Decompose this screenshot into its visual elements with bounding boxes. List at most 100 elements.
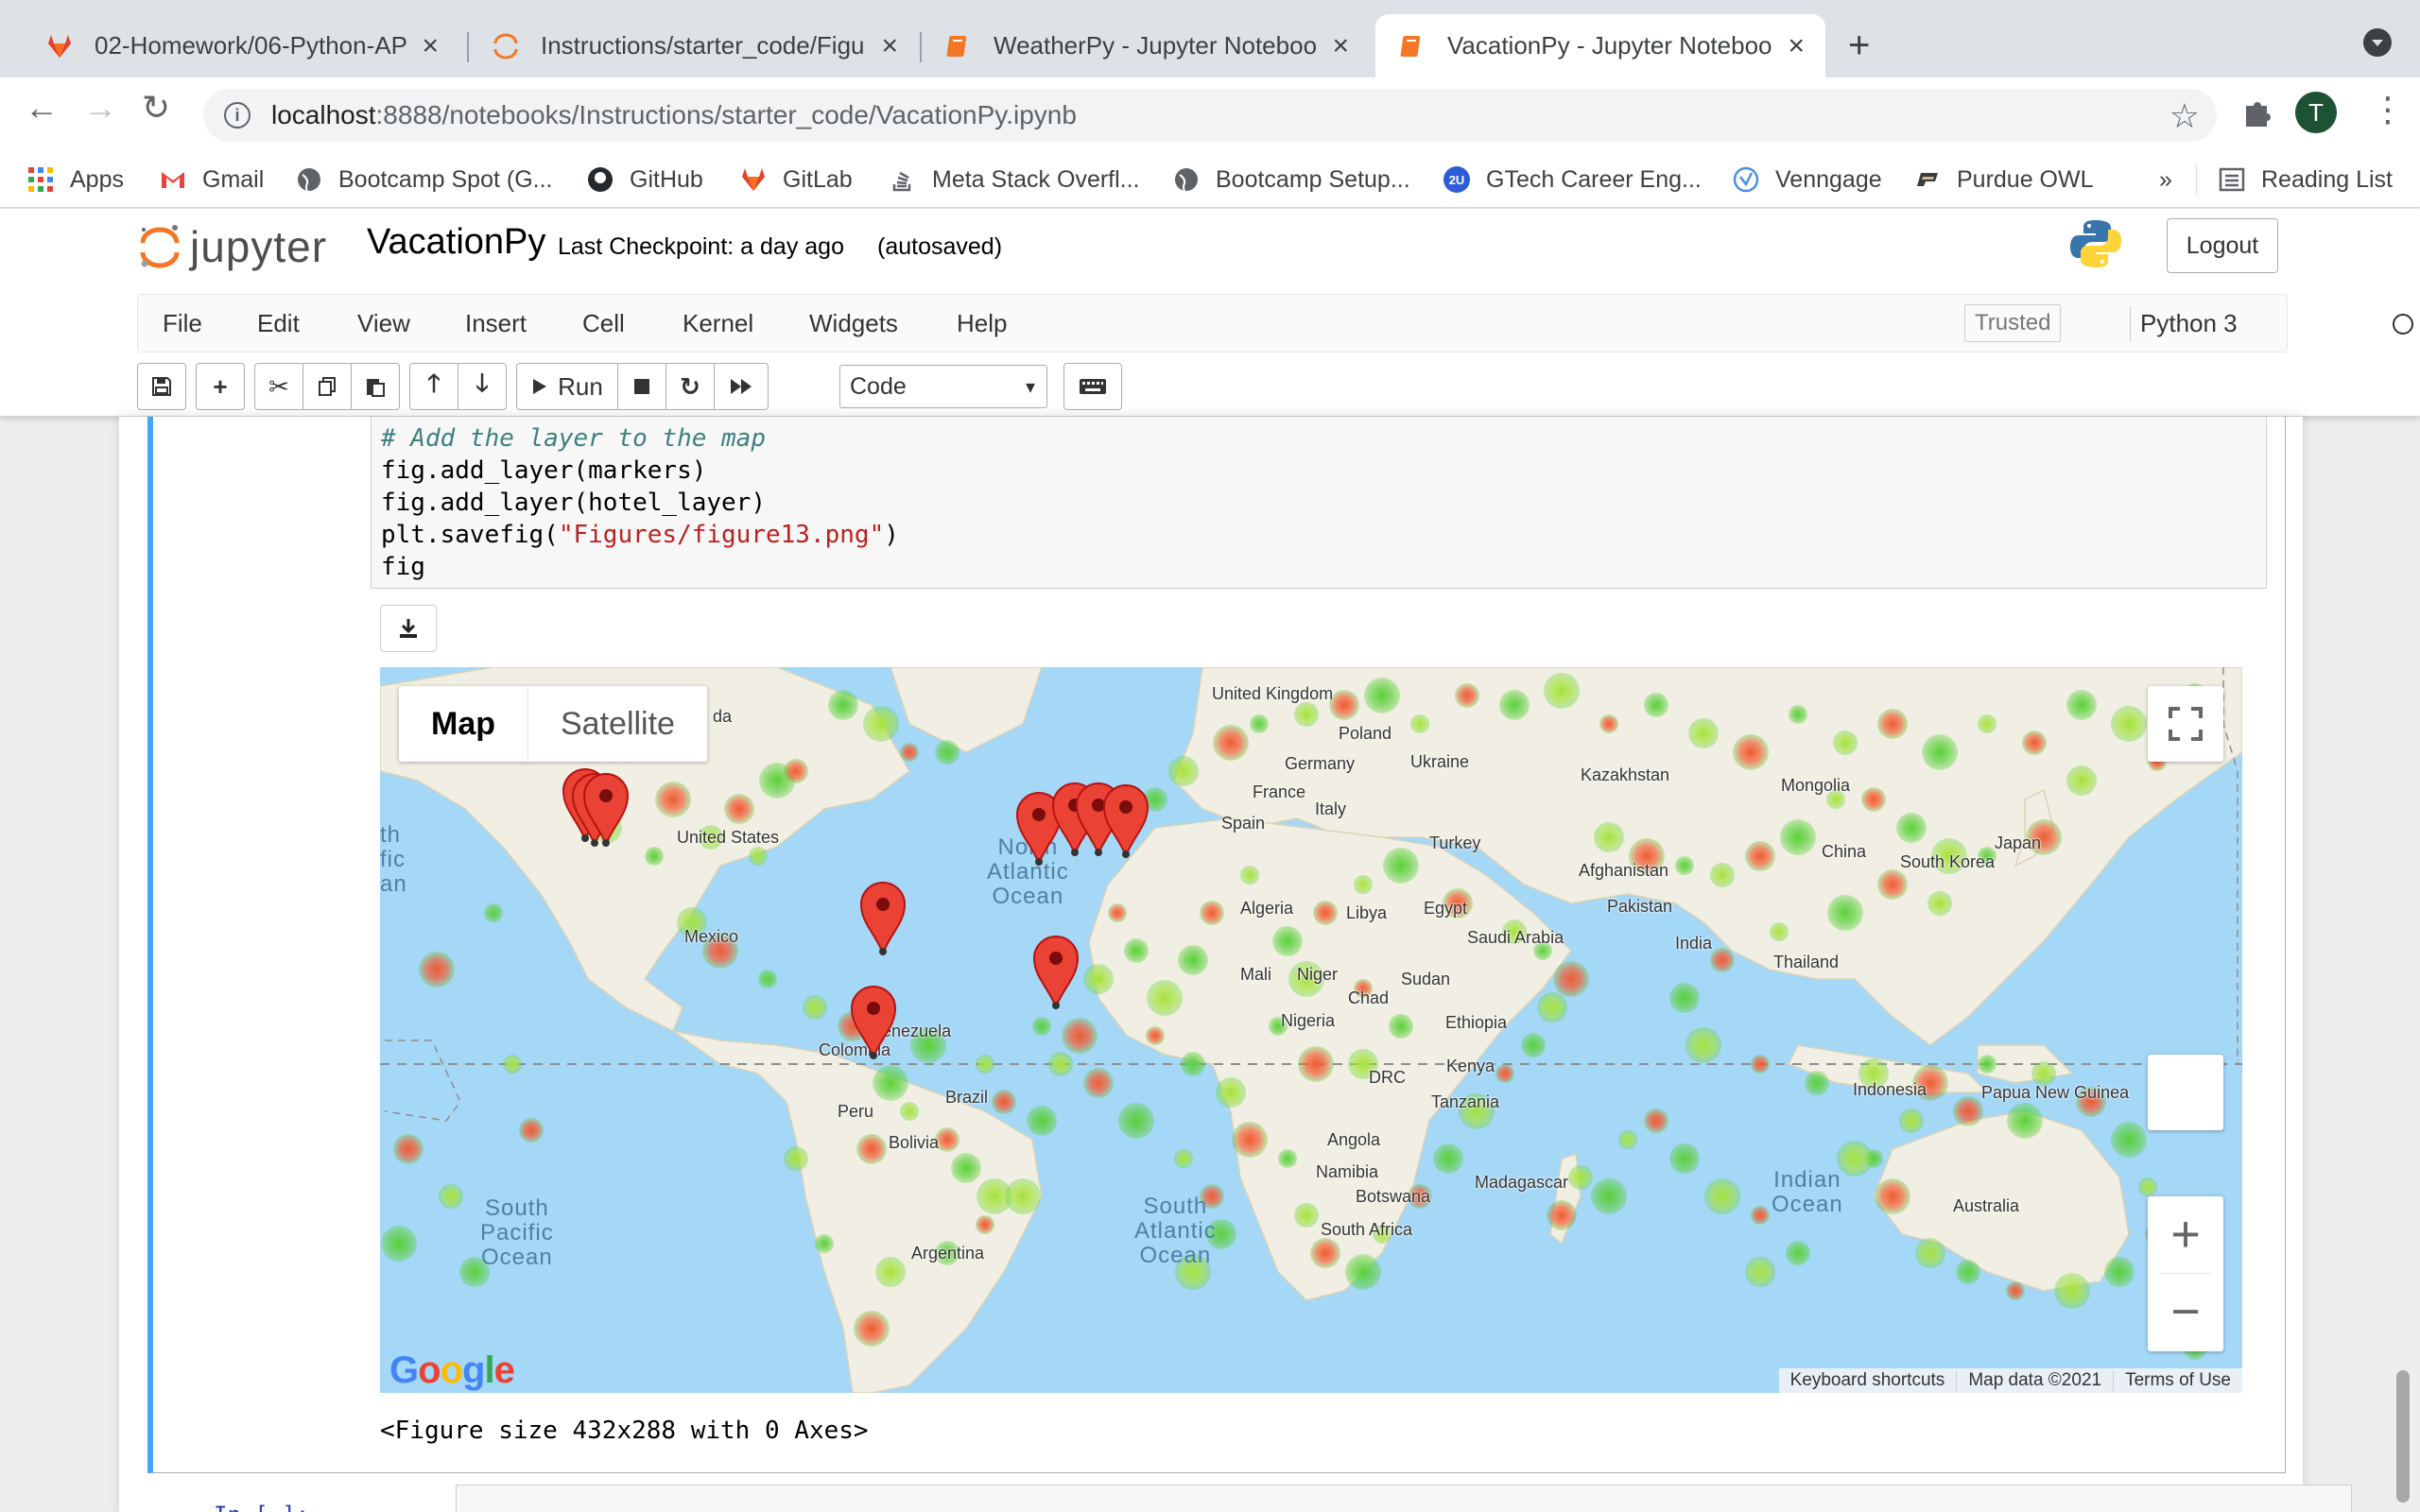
bookmark-gitlab[interactable]: GitLab (739, 163, 853, 197)
google-logo[interactable]: Google (389, 1349, 515, 1392)
address-bar[interactable]: i localhost:8888/notebooks/Instructions/… (203, 89, 2217, 142)
kernel-divider (2130, 306, 2131, 342)
menu-kernel[interactable]: Kernel (683, 309, 753, 338)
close-tab-icon[interactable]: × (881, 31, 898, 60)
tab-search-icon[interactable] (2363, 28, 2392, 57)
save-button[interactable] (137, 363, 186, 410)
jupyter-logo[interactable]: jupyter (137, 220, 327, 273)
heatmap-spot (1568, 1165, 1593, 1190)
logout-button[interactable]: Logout (2167, 218, 2278, 273)
heatmap-spot (655, 782, 691, 817)
profile-avatar[interactable]: T (2295, 92, 2337, 133)
restart-run-all-button[interactable] (714, 363, 769, 410)
page-scrollbar[interactable] (2396, 1370, 2410, 1503)
map-type-satellite-button[interactable]: Satellite (528, 686, 707, 762)
place-label: Botswana (1356, 1187, 1431, 1206)
menu-cell[interactable]: Cell (582, 309, 625, 338)
interrupt-kernel-button[interactable] (617, 363, 666, 410)
bookmark-bootcamp-setup[interactable]: Bootcamp Setup... (1172, 163, 1410, 197)
restart-kernel-button[interactable]: ↻ (666, 363, 715, 410)
google-map[interactable]: United Kingdom Poland Ukraine Germany Fr… (380, 667, 2242, 1393)
kernel-name[interactable]: Python 3 (2140, 309, 2238, 338)
hotel-marker-pin-icon[interactable] (1030, 934, 1081, 1011)
insert-cell-button[interactable]: + (196, 363, 245, 410)
browser-tab[interactable]: 02-Homework/06-Python-APIs × (23, 14, 459, 77)
terms-of-use-link[interactable]: Terms of Use (2113, 1370, 2242, 1391)
close-tab-icon[interactable]: × (1788, 31, 1805, 60)
browser-tab[interactable]: Instructions/starter_code/Figur × (469, 14, 919, 77)
close-tab-icon[interactable]: × (422, 31, 439, 60)
bookmark-star-icon[interactable]: ☆ (2169, 96, 2200, 136)
bookmarks-overflow-chevron-icon[interactable]: » (2159, 163, 2172, 197)
bookmark-bootcamp-spot[interactable]: Bootcamp Spot (G... (295, 163, 553, 197)
new-tab-icon[interactable]: + (1848, 26, 1870, 64)
floppy-disk-icon (152, 377, 171, 396)
kernel-idle-icon (2393, 314, 2413, 335)
place-label: France (1253, 782, 1306, 801)
cell-type-select[interactable]: Code ▾ (839, 365, 1047, 408)
heatmap-spot (1294, 702, 1319, 727)
heatmap-spot (1751, 1055, 1770, 1074)
heatmap-spot (1875, 1178, 1910, 1214)
jupyter-icon (493, 33, 518, 59)
cut-cell-button[interactable]: ✂ (254, 363, 303, 410)
menu-insert[interactable]: Insert (465, 309, 527, 338)
forward-arrow-icon[interactable]: → (83, 91, 117, 125)
bookmark-venngage[interactable]: Venngage (1732, 163, 1882, 197)
move-cell-up-button[interactable]: 🡑 (409, 363, 458, 410)
run-cell-button[interactable]: Run (516, 363, 618, 410)
site-info-icon[interactable]: i (224, 102, 251, 129)
browser-menu-icon[interactable]: ⋮ (2371, 93, 2405, 127)
heatmap-spot (2104, 1257, 2135, 1287)
reload-icon[interactable]: ↻ (142, 91, 170, 125)
map-type-map-button[interactable]: Map (399, 686, 528, 762)
browser-tab-active[interactable]: VacationPy - Jupyter Notebook × (1375, 14, 1825, 77)
url-text[interactable]: localhost:8888/notebooks/Instructions/st… (271, 100, 1077, 130)
download-map-button[interactable] (380, 605, 437, 652)
code-token: plt.savefig( (381, 521, 559, 549)
notebook-name[interactable]: VacationPy (367, 222, 545, 263)
zoom-out-button[interactable]: − (2148, 1274, 2223, 1349)
browser-tab[interactable]: WeatherPy - Jupyter Notebook × (922, 14, 1370, 77)
heatmap-spot (1861, 787, 1886, 812)
reading-list[interactable]: Reading List (2218, 163, 2393, 197)
heatmap-spot (1168, 756, 1199, 786)
close-tab-icon[interactable]: × (1332, 31, 1349, 60)
heatmap-spot (2022, 730, 2047, 755)
heatmap-spot (749, 847, 768, 866)
paste-cell-button[interactable] (351, 363, 400, 410)
bookmark-purdue-owl[interactable]: Purdue OWL (1913, 163, 2094, 197)
copy-cell-button[interactable] (302, 363, 352, 410)
heatmap-spot (1704, 1178, 1740, 1214)
menu-help[interactable]: Help (957, 309, 1007, 338)
extensions-puzzle-icon[interactable] (2240, 96, 2273, 129)
keyboard-shortcuts-link[interactable]: Keyboard shortcuts (1779, 1370, 1957, 1391)
menu-edit[interactable]: Edit (257, 309, 300, 338)
move-cell-down-button[interactable]: 🡓 (458, 363, 507, 410)
command-palette-button[interactable] (1063, 363, 1122, 410)
zoom-in-button[interactable]: + (2148, 1196, 2223, 1272)
hotel-marker-pin-icon[interactable] (1100, 782, 1151, 860)
code-line: fig.add_layer(markers) (381, 456, 707, 485)
run-label: Run (558, 371, 603, 401)
empty-code-cell[interactable] (456, 1485, 2352, 1512)
code-cell-selected[interactable]: # Add the layer to the map fig.add_layer… (147, 417, 2286, 1473)
menu-file[interactable]: File (163, 309, 202, 338)
hotel-marker-pin-icon[interactable] (580, 771, 631, 849)
street-view-pegman-button[interactable] (2148, 1055, 2223, 1130)
hotel-marker-pin-icon[interactable] (848, 984, 899, 1061)
bookmark-gtech-career[interactable]: 2U GTech Career Eng... (1443, 163, 1702, 197)
hotel-marker-pin-icon[interactable] (857, 880, 908, 957)
menu-view[interactable]: View (357, 309, 410, 338)
back-arrow-icon[interactable]: ← (25, 91, 59, 125)
trusted-indicator[interactable]: Trusted (1964, 304, 2062, 342)
code-editor[interactable]: # Add the layer to the map fig.add_layer… (371, 417, 2267, 589)
bookmark-github[interactable]: GitHub (586, 163, 703, 197)
menu-widgets[interactable]: Widgets (809, 309, 898, 338)
fullscreen-button[interactable] (2148, 686, 2223, 762)
bookmark-gmail[interactable]: Gmail (159, 163, 264, 197)
gitlab-icon (742, 168, 765, 191)
bookmark-meta-stack-overflow[interactable]: Meta Stack Overfl... (889, 163, 1140, 197)
bookmark-apps[interactable]: Apps (26, 163, 124, 197)
heatmap-spot (1591, 1178, 1627, 1214)
